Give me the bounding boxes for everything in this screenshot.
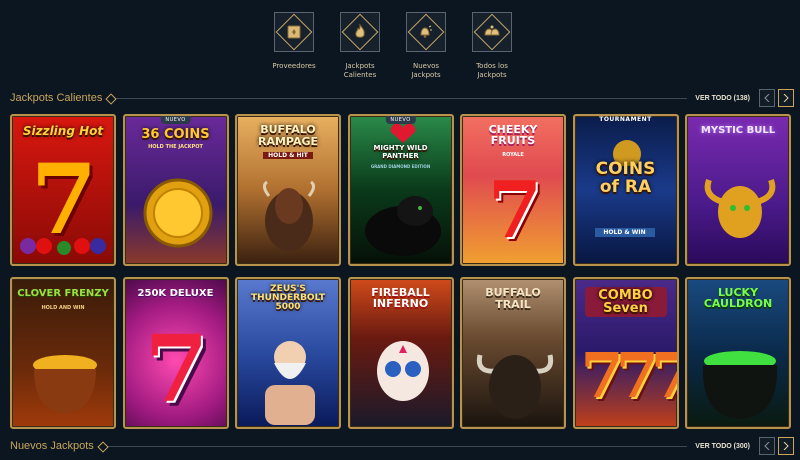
chevron-right-icon <box>783 442 789 450</box>
game-tile[interactable]: MYSTIC BULL <box>685 114 791 266</box>
divider <box>101 445 688 447</box>
divider <box>110 97 688 99</box>
skull-art <box>374 337 432 421</box>
section-title: Nuevos Jackpots <box>10 440 94 452</box>
game-tile[interactable]: BUFFALO TRAIL <box>460 277 566 429</box>
category-label: Jackpots Calientes <box>343 62 377 79</box>
category-all-jackpots[interactable]: Todos los Jackpots <box>468 12 516 80</box>
pot-of-gold-art <box>26 349 104 423</box>
chevron-left-icon <box>764 442 770 450</box>
category-hot-jackpots[interactable]: Jackpots Calientes <box>336 12 384 80</box>
game-tile[interactable]: ZEUS'S THUNDERBOLT 5000 <box>235 277 341 429</box>
prev-button[interactable] <box>759 89 775 107</box>
see-all-link[interactable]: VER TODO (138) <box>695 95 750 102</box>
game-tile[interactable]: NUEVO 36 COINS HOLD THE JACKPOT <box>122 114 229 266</box>
game-tile[interactable]: COMBO Seven 777 <box>572 277 679 429</box>
section-title: Jackpots Calientes <box>10 92 103 104</box>
game-tile[interactable]: CHEEKY FRUITS ROYALE 7 <box>460 114 566 266</box>
see-all-link[interactable]: VER TODO (300) <box>695 443 750 450</box>
game-tile[interactable]: NUEVO MIGHTY WILD PANTHER GRAND DIAMOND … <box>347 114 454 266</box>
game-tile[interactable]: FIREBALL INFERNO <box>347 277 454 429</box>
buffalo-art <box>259 176 319 260</box>
badge-new: NUEVO <box>160 116 191 124</box>
badge-tournament: TOURNAMENT <box>599 116 652 123</box>
seven-symbols: 777 <box>580 339 679 412</box>
game-tile[interactable]: CLOVER FRENZY HOLD AND WIN <box>10 277 116 429</box>
category-new-jackpots[interactable]: Nuevos Jackpots <box>402 12 450 80</box>
next-button[interactable] <box>778 89 794 107</box>
chevron-right-icon <box>783 94 789 102</box>
game-tile[interactable]: BUFFALO RAMPAGE HOLD & HIT <box>235 114 341 266</box>
section-header-new: Nuevos Jackpots VER TODO (300) <box>10 437 794 455</box>
prev-button[interactable] <box>759 437 775 455</box>
zeus-art <box>255 335 325 427</box>
bells-icon <box>406 12 446 52</box>
book-icon <box>274 12 314 52</box>
category-label: Nuevos Jackpots <box>411 62 441 79</box>
cauldron-art <box>697 347 783 427</box>
category-label: Todos los Jackpots <box>476 62 508 79</box>
game-tile[interactable]: TOURNAMENT COINS of RA HOLD & WIN <box>572 114 679 266</box>
bull-art <box>699 166 781 250</box>
coin-art <box>143 178 213 252</box>
category-providers[interactable]: Proveedores <box>270 12 318 80</box>
fruit-art <box>18 234 108 256</box>
seven-symbol: 7 <box>487 165 543 256</box>
all-bells-icon <box>472 12 512 52</box>
game-tile[interactable]: Sizzling Hot 7 <box>10 114 116 266</box>
games-grid: Sizzling Hot 7 NUEVO 36 COINS HOLD THE J… <box>10 114 791 429</box>
category-bar: Proveedores Jackpots Calientes Nuevos Ja… <box>270 12 516 80</box>
buffalo-art <box>474 341 556 425</box>
panther-art <box>360 186 446 260</box>
game-tile[interactable]: LUCKY CAULDRON <box>685 277 791 429</box>
section-header-hot: Jackpots Calientes VER TODO (138) <box>10 89 794 107</box>
next-button[interactable] <box>778 437 794 455</box>
badge-new: NUEVO <box>385 116 416 124</box>
flame-icon <box>340 12 380 52</box>
seven-symbol: 7 <box>144 315 209 423</box>
chevron-left-icon <box>764 94 770 102</box>
category-label: Proveedores <box>272 62 316 70</box>
game-tile[interactable]: 250K DELUXE 7 <box>122 277 229 429</box>
